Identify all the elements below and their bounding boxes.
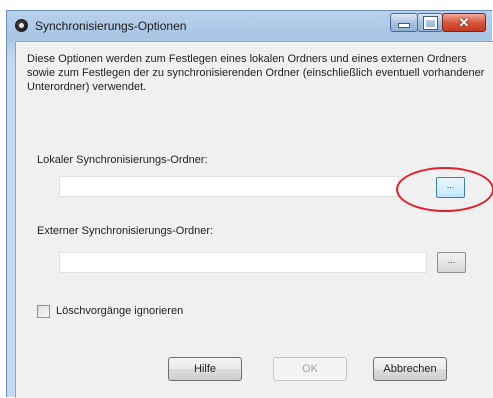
- dialog-content: Diese Optionen werden zum Festlegen eine…: [15, 41, 493, 398]
- minimize-button[interactable]: [390, 13, 418, 32]
- minimize-icon: [398, 23, 410, 28]
- close-icon: ✕: [458, 15, 470, 30]
- ignore-deletes-label[interactable]: Löschvorgänge ignorieren: [56, 305, 183, 317]
- local-folder-input[interactable]: [59, 176, 399, 197]
- app-icon: [15, 19, 28, 32]
- title-bar[interactable]: Synchronisierungs-Optionen ✕: [7, 11, 492, 41]
- description-text: Diese Optionen werden zum Festlegen eine…: [27, 53, 485, 93]
- local-folder-browse-button[interactable]: ...: [436, 177, 465, 198]
- dialog-window: Synchronisierungs-Optionen ✕ Diese Optio…: [6, 10, 493, 398]
- ok-button[interactable]: OK: [273, 357, 347, 381]
- ignore-deletes-checkbox[interactable]: [37, 305, 50, 318]
- maximize-icon: [423, 17, 437, 29]
- window-title: Synchronisierungs-Optionen: [35, 19, 187, 33]
- help-button[interactable]: Hilfe: [168, 357, 242, 381]
- cancel-button[interactable]: Abbrechen: [373, 357, 447, 381]
- external-folder-input[interactable]: [59, 252, 427, 273]
- local-folder-label: Lokaler Synchronisierungs-Ordner:: [37, 154, 208, 166]
- external-folder-label: Externer Synchronisierungs-Ordner:: [37, 225, 214, 237]
- maximize-button[interactable]: [417, 13, 443, 32]
- external-folder-browse-button[interactable]: ...: [437, 252, 466, 273]
- close-button[interactable]: ✕: [442, 13, 486, 32]
